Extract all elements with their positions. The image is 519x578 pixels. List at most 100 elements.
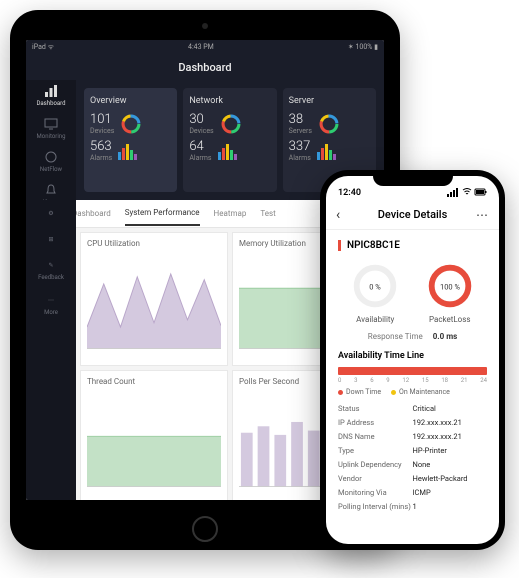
tick: 18 [441, 377, 448, 384]
bars-icon [44, 84, 58, 98]
more-button[interactable]: ⋯ [476, 208, 489, 222]
prop-value: 192.xxx.xxx.21 [413, 432, 488, 441]
prop-value: Critical [413, 404, 488, 413]
card-label: Alarms [90, 154, 112, 162]
prop-key: IP Address [338, 418, 413, 427]
ipad-home-button[interactable] [192, 516, 218, 542]
tick: 0 [338, 377, 341, 384]
card-title: Server [289, 96, 370, 106]
prop-value: None [413, 460, 488, 469]
back-button[interactable]: ‹ [336, 207, 340, 223]
ipad-statusbar: iPad ᯤ 4:43 PM ✶ 100% ▮ [26, 40, 384, 54]
netflow-icon [44, 150, 58, 164]
sidebar-item-settings[interactable]: ⚙ [44, 206, 58, 220]
timeline-bar [338, 367, 487, 375]
gear-icon: ⚙ [44, 206, 58, 220]
ipad-header: Dashboard [26, 54, 384, 80]
tick: 21 [461, 377, 468, 384]
gauge-label: Availability [356, 315, 394, 324]
timeline-legend: Down Time On Maintenance [338, 388, 487, 396]
tab-system-performance[interactable]: System Performance [125, 201, 200, 226]
prop-key: Polling Interval (mins) [338, 502, 413, 511]
card-label: Devices [90, 127, 114, 135]
sidebar-item-label: Monitoring [37, 133, 66, 140]
feedback-icon: ✎ [44, 258, 58, 272]
iphone-body: NPIC8BC1E 0 % Availability 100 % PacketL… [326, 230, 499, 521]
gauge-label: PacketLoss [429, 315, 471, 324]
card-label: Alarms [289, 154, 311, 162]
sidebar-item-netflow[interactable]: NetFlow [40, 150, 62, 173]
prop-value: ICMP [413, 488, 488, 497]
card-value: 337 [289, 139, 311, 154]
gauge: 0 % Availability [350, 261, 400, 324]
card-label: Alarms [189, 154, 211, 162]
sidebar-item-label: Dashboard [36, 100, 65, 107]
panel-chart [87, 252, 221, 359]
prop-key: Status [338, 404, 413, 413]
prop-key: Uplink Dependency [338, 460, 413, 469]
sidebar-item-more[interactable]: ⋯ More [44, 293, 58, 316]
card-value: 563 [90, 139, 112, 154]
page-title: Dashboard [178, 61, 231, 74]
svg-text:0 %: 0 % [369, 282, 381, 291]
tick: 12 [402, 377, 409, 384]
iphone-screen: 12:40 ‹ Device Details ⋯ NPIC8BC1E 0 % A… [326, 176, 499, 544]
ipad-camera [202, 23, 208, 29]
tick: 9 [386, 377, 389, 384]
card-value: 38 [289, 112, 312, 127]
timeline-ticks: 03691215182124 [338, 377, 487, 384]
gauge: 100 % PacketLoss [425, 261, 475, 324]
sidebar-item-monitoring[interactable]: Monitoring [37, 117, 66, 140]
page-title: Device Details [378, 208, 448, 221]
summary-card[interactable]: Overview 101Devices 563Alarms [84, 88, 177, 192]
card-value: 101 [90, 112, 114, 127]
prop-value: HP-Printer [413, 446, 488, 455]
tick: 3 [354, 377, 357, 384]
iphone-device: 12:40 ‹ Device Details ⋯ NPIC8BC1E 0 % A… [320, 170, 505, 550]
chart-panel: CPU Utilization [80, 232, 228, 366]
tab-heatmap[interactable]: Heatmap [214, 202, 247, 225]
status-right: ✶ 100% ▮ [348, 43, 378, 51]
device-name: NPIC8BC1E [338, 240, 487, 251]
timeline-title: Availability Time Line [338, 351, 487, 361]
sidebar-item-label: NetFlow [40, 166, 62, 173]
card-title: Overview [90, 96, 171, 106]
sidebar-item-feedback[interactable]: ✎ Feedback [38, 258, 64, 281]
sidebar-item-dashboard[interactable]: Dashboard [36, 84, 65, 107]
panel-title: Thread Count [87, 377, 221, 386]
tick: 6 [370, 377, 373, 384]
prop-value: 192.xxx.xxx.21 [413, 418, 488, 427]
tick: 24 [480, 377, 487, 384]
status-time: 4:43 PM [188, 43, 214, 51]
svg-text:100 %: 100 % [440, 282, 461, 291]
apps-icon: ⊞ [44, 232, 58, 246]
card-value: 64 [189, 139, 211, 154]
chart-panel: Thread Count [80, 370, 228, 500]
sidebar: Dashboard Monitoring NetFlow Alarms QR-S… [26, 80, 76, 200]
prop-key: Type [338, 446, 413, 455]
card-value: 30 [189, 112, 213, 127]
sidebar-item-apps[interactable]: ⊞ [44, 232, 58, 246]
sidebar-item-label: Feedback [38, 274, 64, 281]
tab-test[interactable]: Test [260, 202, 275, 225]
prop-key: Vendor [338, 474, 413, 483]
prop-key: DNS Name [338, 432, 413, 441]
response-label: Response Time [368, 332, 423, 341]
sidebar-lower: ⚙ ⊞ ✎ Feedback ⋯ More [26, 200, 76, 500]
response-value: 0.0 ms [433, 332, 458, 341]
prop-key: Monitoring Via [338, 488, 413, 497]
card-title: Network [189, 96, 270, 106]
legend-down: Down Time [338, 388, 381, 396]
more-icon: ⋯ [44, 293, 58, 307]
response-time: Response Time 0.0 ms [338, 332, 487, 341]
device-properties: StatusCriticalIP Address192.xxx.xxx.21DN… [338, 404, 487, 511]
gauges: 0 % Availability 100 % PacketLoss [338, 261, 487, 324]
monitor-icon [44, 117, 58, 131]
card-label: Devices [189, 127, 213, 135]
summary-card[interactable]: Network 30Devices 64Alarms [183, 88, 276, 192]
prop-value: 1 [413, 502, 488, 511]
sidebar-item-label: More [44, 309, 58, 316]
bell-icon [44, 183, 58, 197]
card-label: Servers [289, 127, 312, 135]
iphone-notch [373, 170, 453, 186]
